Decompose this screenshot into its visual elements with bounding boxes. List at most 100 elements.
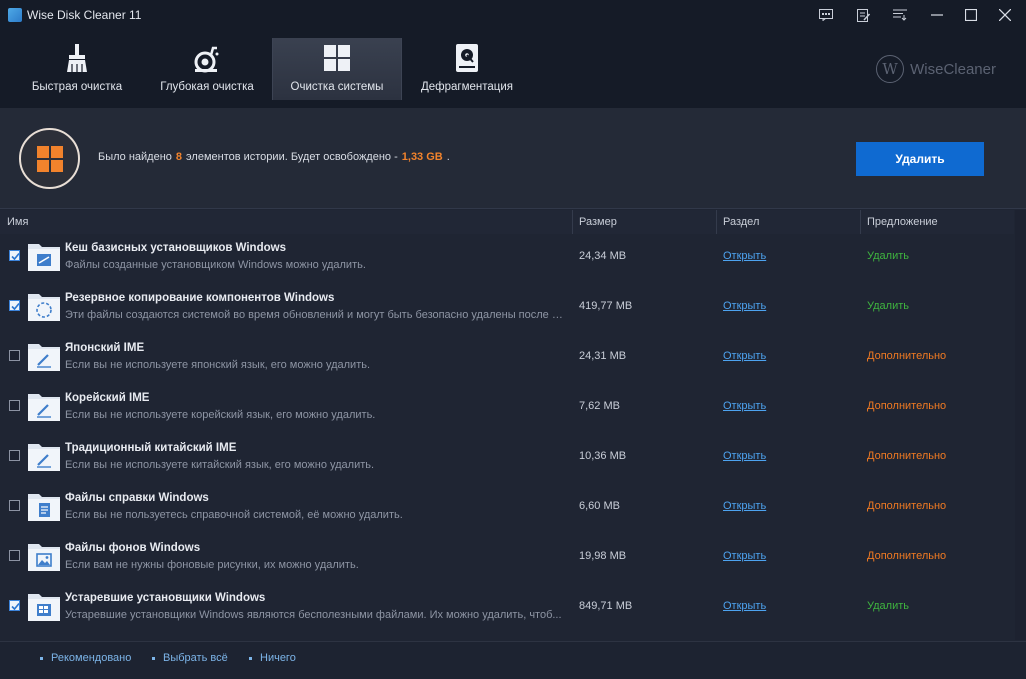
table-row[interactable]: Традиционный китайский IME Если вы не ис…: [0, 434, 1014, 484]
open-link[interactable]: Открыть: [723, 350, 766, 362]
header-area: Wise Disk Cleaner 11 Быстрая очистка Глу…: [0, 0, 1026, 108]
summary-text: Было найдено 8 элементов истории. Будет ос…: [98, 151, 450, 163]
row-description: Если вы не пользуетесь справочной систем…: [65, 509, 403, 521]
freed-size: 1,33 GB: [401, 151, 443, 163]
scrollbar[interactable]: [1015, 210, 1026, 640]
brand-logo: W WiseCleaner: [876, 55, 996, 83]
row-checkbox[interactable]: [9, 500, 20, 511]
row-suggestion: Удалить: [867, 300, 909, 312]
found-count: 8: [175, 151, 183, 163]
table-row[interactable]: Файлы справки Windows Если вы не пользуе…: [0, 484, 1014, 534]
row-checkbox[interactable]: [9, 450, 20, 461]
summary-prefix: Было найдено: [98, 151, 172, 163]
items-table: Кеш базисных установщиков Windows Файлы …: [0, 234, 1014, 634]
brand-name: WiseCleaner: [910, 60, 996, 78]
row-suggestion: Дополнительно: [867, 550, 947, 562]
bullet-icon: [249, 656, 252, 660]
open-link[interactable]: Открыть: [723, 400, 766, 412]
broom-icon: [67, 44, 87, 72]
open-link[interactable]: Открыть: [723, 550, 766, 562]
row-size: 7,62 MB: [579, 400, 620, 412]
row-description: Файлы созданные установщиком Windows мож…: [65, 259, 366, 271]
column-header-size[interactable]: Размер: [579, 216, 617, 228]
row-description: Если вы не используете корейский язык, е…: [65, 409, 376, 421]
row-checkbox[interactable]: [9, 250, 20, 261]
row-title: Резервное копирование компонентов Window…: [65, 292, 335, 304]
column-header-section[interactable]: Раздел: [723, 216, 759, 228]
close-icon[interactable]: [992, 3, 1018, 27]
summary-suffix: .: [446, 151, 450, 163]
minimize-icon[interactable]: [924, 3, 950, 27]
column-divider: [572, 210, 573, 234]
row-suggestion: Дополнительно: [867, 350, 947, 362]
table-row[interactable]: Резервное копирование компонентов Window…: [0, 284, 1014, 334]
row-size: 19,98 MB: [579, 550, 627, 562]
row-title: Корейский IME: [65, 392, 150, 404]
main-tabs: Быстрая очистка Глубокая очистка Очистка…: [12, 38, 532, 108]
row-checkbox[interactable]: [9, 300, 20, 311]
pen-icon: [28, 444, 60, 471]
picture-icon: [28, 544, 60, 571]
row-checkbox[interactable]: [9, 400, 20, 411]
row-suggestion: Дополнительно: [867, 400, 947, 412]
tab-system-clean[interactable]: Очистка системы: [272, 38, 402, 100]
app-logo-icon: [8, 8, 22, 22]
row-suggestion: Удалить: [867, 250, 909, 262]
row-description: Устаревшие установщики Windows являются …: [65, 609, 562, 621]
row-checkbox[interactable]: [9, 600, 20, 611]
row-suggestion: Дополнительно: [867, 450, 947, 462]
select-all-label: Выбрать всё: [163, 652, 228, 664]
tab-deep-clean[interactable]: Глубокая очистка: [142, 38, 272, 100]
row-checkbox[interactable]: [9, 550, 20, 561]
title-bar: Wise Disk Cleaner 11: [0, 0, 1026, 30]
table-row[interactable]: Кеш базисных установщиков Windows Файлы …: [0, 234, 1014, 284]
windows-icon: [19, 128, 80, 189]
row-suggestion: Дополнительно: [867, 500, 947, 512]
row-checkbox[interactable]: [9, 350, 20, 361]
maximize-icon[interactable]: [958, 3, 984, 27]
open-link[interactable]: Открыть: [723, 300, 766, 312]
recommended-label: Рекомендовано: [51, 652, 132, 664]
window-title: Wise Disk Cleaner 11: [27, 8, 142, 22]
backup-icon: [28, 294, 60, 321]
tab-label: Очистка системы: [290, 81, 384, 93]
tab-quick-clean[interactable]: Быстрая очистка: [12, 38, 142, 100]
table-row[interactable]: Устаревшие установщики Windows Устаревши…: [0, 584, 1014, 634]
tab-label: Дефрагментация: [420, 81, 514, 93]
feedback-icon[interactable]: [813, 3, 839, 27]
open-link[interactable]: Открыть: [723, 250, 766, 262]
scan-summary: Было найдено 8 элементов истории. Будет ос…: [0, 108, 1026, 209]
column-header-name[interactable]: Имя: [7, 216, 28, 228]
bullet-icon: [40, 656, 43, 660]
delete-button[interactable]: Удалить: [856, 142, 984, 176]
open-link[interactable]: Открыть: [723, 450, 766, 462]
pen-icon: [28, 344, 60, 371]
vacuum-icon: [194, 46, 219, 73]
tab-label: Глубокая очистка: [160, 81, 254, 93]
pen-icon: [28, 394, 60, 421]
row-title: Файлы фонов Windows: [65, 542, 201, 554]
open-link[interactable]: Открыть: [723, 600, 766, 612]
table-row[interactable]: Японский IME Если вы не используете япон…: [0, 334, 1014, 384]
tab-defrag[interactable]: Дефрагментация: [402, 38, 532, 100]
select-all-link[interactable]: Выбрать всё: [152, 652, 228, 664]
table-row[interactable]: Корейский IME Если вы не используете кор…: [0, 384, 1014, 434]
column-header-suggestion[interactable]: Предложение: [867, 216, 938, 228]
row-title: Файлы справки Windows: [65, 492, 209, 504]
table-row[interactable]: Файлы фонов Windows Если вам не нужны фо…: [0, 534, 1014, 584]
disk-icon: [456, 44, 478, 72]
row-title: Устаревшие установщики Windows: [65, 592, 266, 604]
select-none-link[interactable]: Ничего: [249, 652, 296, 664]
old-installer-icon: [28, 594, 60, 621]
row-title: Традиционный китайский IME: [65, 442, 237, 454]
windows-icon: [324, 45, 350, 71]
open-link[interactable]: Открыть: [723, 500, 766, 512]
row-size: 10,36 MB: [579, 450, 627, 462]
tab-label: Быстрая очистка: [31, 81, 123, 93]
footer-bar: Рекомендовано Выбрать всё Ничего: [0, 641, 1026, 679]
recommended-link[interactable]: Рекомендовано: [40, 652, 131, 664]
edit-note-icon[interactable]: [850, 3, 876, 27]
row-size: 24,31 MB: [579, 350, 627, 362]
row-title: Кеш базисных установщиков Windows: [65, 242, 286, 254]
menu-icon[interactable]: [887, 3, 913, 27]
